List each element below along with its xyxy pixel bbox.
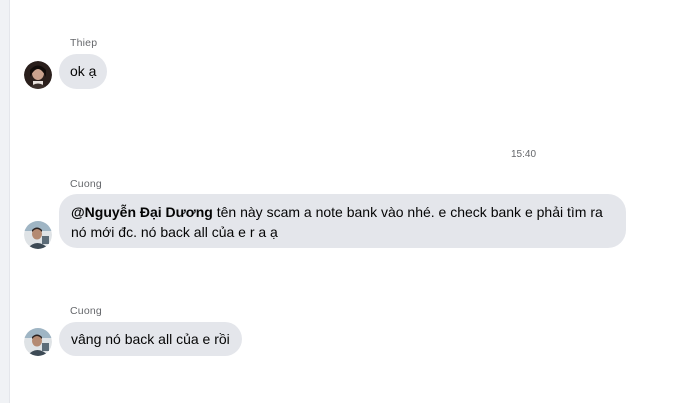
sender-name: Cuong — [70, 305, 102, 317]
avatar-cuong-icon — [24, 221, 52, 249]
message-bubble[interactable]: vâng nó back all của e rồi — [59, 322, 242, 356]
avatar-thiep-icon — [24, 61, 52, 89]
message-text-part: tên này scam a note bank vào nhé. e chec… — [212, 204, 603, 220]
avatar[interactable] — [24, 221, 52, 249]
message-text: @Nguyễn Đại Dương tên này scam a note ba… — [71, 202, 614, 222]
message-text: vâng nó back all của e rồi — [71, 331, 230, 347]
message-bubble[interactable]: @Nguyễn Đại Dương tên này scam a note ba… — [59, 194, 626, 248]
avatar[interactable] — [24, 328, 52, 356]
message-text-part: nó mới đc. nó back all của e r a ạ — [71, 224, 278, 240]
timestamp: 15:40 — [511, 149, 537, 160]
message-text: ok ạ — [70, 63, 97, 79]
message-bubble[interactable]: ok ạ — [59, 54, 108, 89]
sender-name: Cuong — [70, 178, 102, 190]
sender-name: Thiep — [70, 37, 98, 49]
avatar-cuong-icon — [24, 328, 52, 356]
mention-link[interactable]: @Nguyễn Đại Dương — [71, 204, 213, 220]
avatar[interactable] — [24, 61, 52, 89]
left-panel-edge — [0, 0, 10, 403]
